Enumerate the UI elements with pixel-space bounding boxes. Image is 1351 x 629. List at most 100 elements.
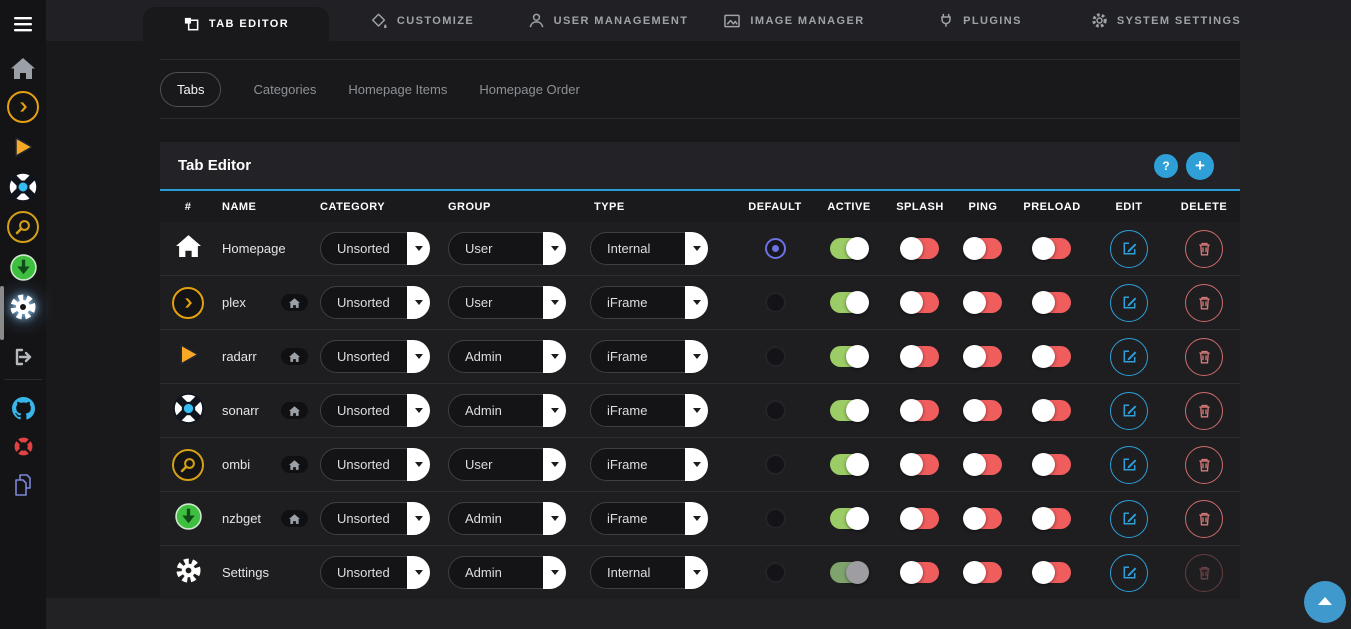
edit-button[interactable] bbox=[1110, 284, 1148, 322]
category-select[interactable]: Unsorted bbox=[320, 286, 430, 319]
active-toggle[interactable] bbox=[830, 238, 868, 259]
delete-button[interactable] bbox=[1185, 392, 1223, 430]
default-radio[interactable] bbox=[765, 346, 786, 367]
tab-user-management[interactable]: USER MANAGEMENT bbox=[515, 0, 701, 41]
default-radio[interactable] bbox=[765, 508, 786, 529]
default-radio[interactable] bbox=[765, 562, 786, 583]
sidebar-item-logout[interactable] bbox=[0, 340, 46, 374]
ping-toggle[interactable] bbox=[964, 238, 1002, 259]
default-radio[interactable] bbox=[765, 238, 786, 259]
tab-label: IMAGE MANAGER bbox=[750, 15, 864, 27]
tab-plugins[interactable]: PLUGINS bbox=[887, 0, 1073, 41]
group-select[interactable]: User bbox=[448, 448, 566, 481]
category-select[interactable]: Unsorted bbox=[320, 556, 430, 589]
sidebar-scrollbar[interactable] bbox=[0, 286, 4, 340]
scroll-to-top-button[interactable] bbox=[1304, 581, 1346, 623]
splash-toggle[interactable] bbox=[901, 400, 939, 421]
tab-system-settings[interactable]: SYSTEM SETTINGS bbox=[1073, 0, 1259, 41]
category-select[interactable]: Unsorted bbox=[320, 394, 430, 427]
group-select[interactable]: Admin bbox=[448, 340, 566, 373]
default-radio[interactable] bbox=[765, 454, 786, 475]
sidebar-item-plex[interactable] bbox=[0, 90, 46, 124]
active-toggle[interactable] bbox=[830, 508, 868, 529]
active-toggle[interactable] bbox=[830, 454, 868, 475]
ping-cell bbox=[952, 292, 1014, 313]
tab-customize[interactable]: CUSTOMIZE bbox=[329, 0, 515, 41]
subtab-homepage-order[interactable]: Homepage Order bbox=[479, 82, 579, 97]
tab-tab-editor[interactable]: TAB EDITOR bbox=[143, 7, 329, 41]
subtab-homepage-items[interactable]: Homepage Items bbox=[348, 82, 447, 97]
splash-toggle[interactable] bbox=[901, 454, 939, 475]
edit-button[interactable] bbox=[1110, 446, 1148, 484]
hamburger-menu-button[interactable] bbox=[0, 7, 46, 41]
delete-button[interactable] bbox=[1185, 230, 1223, 268]
active-toggle[interactable] bbox=[830, 346, 868, 367]
default-radio[interactable] bbox=[765, 292, 786, 313]
active-toggle[interactable] bbox=[830, 292, 868, 313]
help-button[interactable]: ? bbox=[1154, 154, 1178, 178]
category-select[interactable]: Unsorted bbox=[320, 448, 430, 481]
delete-button[interactable] bbox=[1185, 446, 1223, 484]
preload-toggle[interactable] bbox=[1033, 238, 1071, 259]
ping-toggle[interactable] bbox=[964, 400, 1002, 421]
edit-button[interactable] bbox=[1110, 392, 1148, 430]
preload-toggle[interactable] bbox=[1033, 562, 1071, 583]
subtab-tabs[interactable]: Tabs bbox=[160, 72, 221, 107]
category-select[interactable]: Unsorted bbox=[320, 502, 430, 535]
category-select[interactable]: Unsorted bbox=[320, 232, 430, 265]
preload-toggle[interactable] bbox=[1033, 292, 1071, 313]
type-select[interactable]: iFrame bbox=[590, 448, 708, 481]
preload-toggle[interactable] bbox=[1033, 346, 1071, 367]
preload-toggle[interactable] bbox=[1033, 400, 1071, 421]
delete-button[interactable] bbox=[1185, 500, 1223, 538]
type-select[interactable]: Internal bbox=[590, 232, 708, 265]
add-tab-button[interactable]: + bbox=[1186, 152, 1214, 180]
ping-toggle[interactable] bbox=[964, 346, 1002, 367]
sidebar-item-radarr[interactable] bbox=[0, 130, 46, 164]
preload-toggle[interactable] bbox=[1033, 454, 1071, 475]
subtab-categories[interactable]: Categories bbox=[253, 82, 316, 97]
sidebar-item-nzbget[interactable] bbox=[0, 250, 46, 284]
default-radio[interactable] bbox=[765, 400, 786, 421]
splash-toggle[interactable] bbox=[901, 508, 939, 529]
type-select[interactable]: iFrame bbox=[590, 340, 708, 373]
edit-button[interactable] bbox=[1110, 338, 1148, 376]
sidebar-item-homepage[interactable] bbox=[0, 51, 46, 85]
delete-button[interactable] bbox=[1185, 338, 1223, 376]
edit-button[interactable] bbox=[1110, 554, 1148, 592]
sidebar-item-ombi[interactable] bbox=[0, 210, 46, 244]
tab-image-manager[interactable]: IMAGE MANAGER bbox=[701, 0, 887, 41]
ping-toggle[interactable] bbox=[964, 292, 1002, 313]
group-select[interactable]: Admin bbox=[448, 394, 566, 427]
splash-toggle[interactable] bbox=[901, 292, 939, 313]
preload-toggle[interactable] bbox=[1033, 508, 1071, 529]
sidebar-item-settings-active[interactable] bbox=[0, 290, 46, 324]
edit-button[interactable] bbox=[1110, 230, 1148, 268]
ping-toggle[interactable] bbox=[964, 562, 1002, 583]
type-select[interactable]: iFrame bbox=[590, 286, 708, 319]
type-select[interactable]: iFrame bbox=[590, 394, 708, 427]
ping-toggle[interactable] bbox=[964, 454, 1002, 475]
group-cell: User bbox=[448, 232, 590, 265]
splash-toggle[interactable] bbox=[901, 346, 939, 367]
trash-icon bbox=[1197, 403, 1212, 419]
group-select[interactable]: User bbox=[448, 232, 566, 265]
group-select[interactable]: Admin bbox=[448, 556, 566, 589]
ping-toggle[interactable] bbox=[964, 508, 1002, 529]
group-select[interactable]: Admin bbox=[448, 502, 566, 535]
type-select[interactable]: iFrame bbox=[590, 502, 708, 535]
delete-button[interactable] bbox=[1185, 284, 1223, 322]
sidebar-item-pages[interactable] bbox=[0, 468, 46, 502]
edit-button[interactable] bbox=[1110, 500, 1148, 538]
col-header-group: GROUP bbox=[448, 201, 590, 213]
type-select[interactable]: Internal bbox=[590, 556, 708, 589]
tab-icon bbox=[183, 16, 200, 33]
sidebar-item-sonarr[interactable] bbox=[0, 170, 46, 204]
active-toggle[interactable] bbox=[830, 400, 868, 421]
splash-toggle[interactable] bbox=[901, 238, 939, 259]
group-select[interactable]: User bbox=[448, 286, 566, 319]
sidebar-item-support[interactable] bbox=[0, 429, 46, 463]
category-select[interactable]: Unsorted bbox=[320, 340, 430, 373]
splash-toggle[interactable] bbox=[901, 562, 939, 583]
sidebar-item-github[interactable] bbox=[0, 391, 46, 425]
